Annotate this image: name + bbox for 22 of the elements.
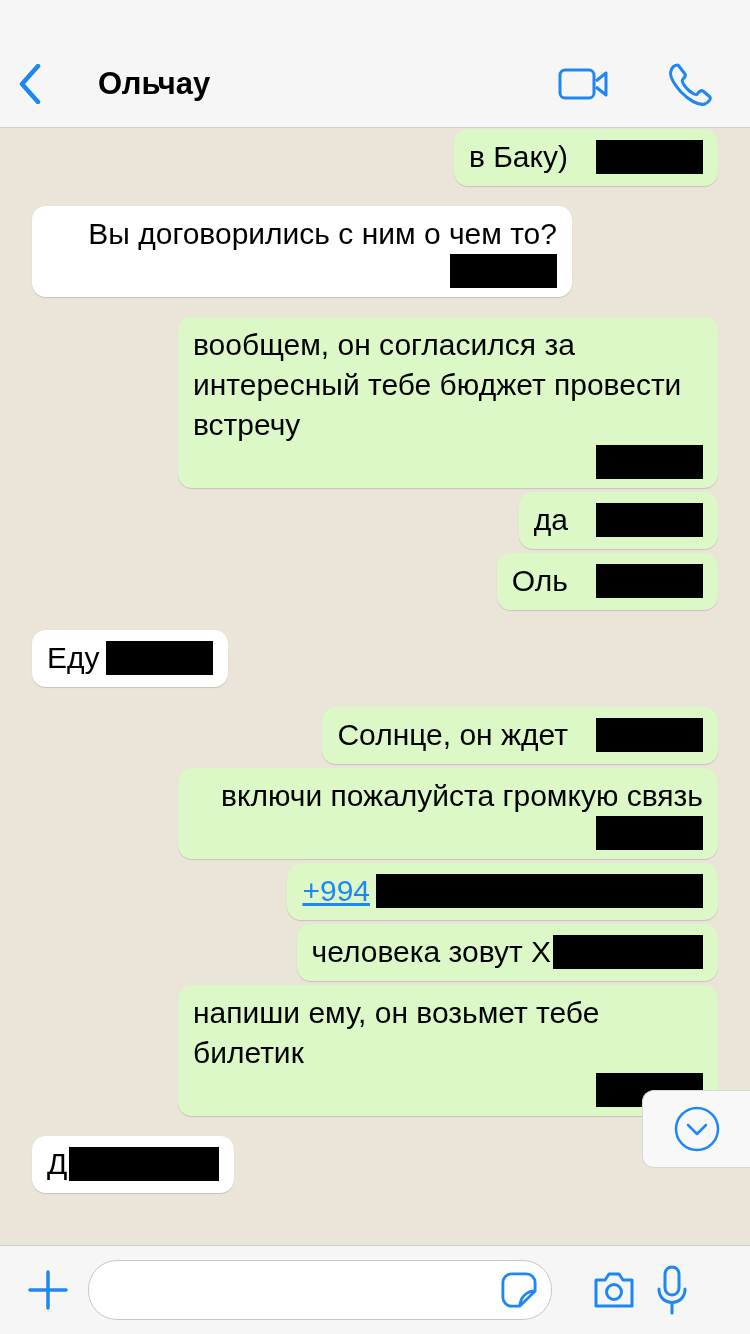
microphone-icon[interactable] xyxy=(656,1265,688,1315)
message-text: вообщем, он согласился за интересный тебе бюджет провести встречу xyxy=(193,327,683,443)
back-icon[interactable] xyxy=(18,63,42,104)
message-text: Д xyxy=(47,1146,68,1182)
message-text: напиши ему, он возьмет тебе билетик xyxy=(193,995,601,1071)
message-text: Оль xyxy=(511,563,568,599)
contact-name[interactable]: Ольчау xyxy=(98,65,211,102)
scroll-down-button[interactable] xyxy=(642,1090,750,1168)
message-text: Еду xyxy=(47,640,100,676)
message-text: Вы договорились с ним о чем то? xyxy=(88,216,557,252)
message-text: Солнце, он ждет xyxy=(337,717,568,753)
video-camera-icon[interactable] xyxy=(558,67,608,100)
message-text: включи пожалуйста громкую связь xyxy=(221,778,703,814)
chevron-down-icon xyxy=(672,1105,721,1153)
sticker-icon[interactable] xyxy=(501,1272,537,1308)
plus-icon[interactable] xyxy=(28,1270,68,1310)
message-input[interactable] xyxy=(88,1260,552,1320)
phone-icon[interactable] xyxy=(668,61,712,106)
camera-icon[interactable] xyxy=(592,1271,636,1309)
message-text: да xyxy=(533,502,568,538)
message-text: в Баку) xyxy=(468,139,568,175)
message-text: человека зовут Х xyxy=(311,934,551,970)
